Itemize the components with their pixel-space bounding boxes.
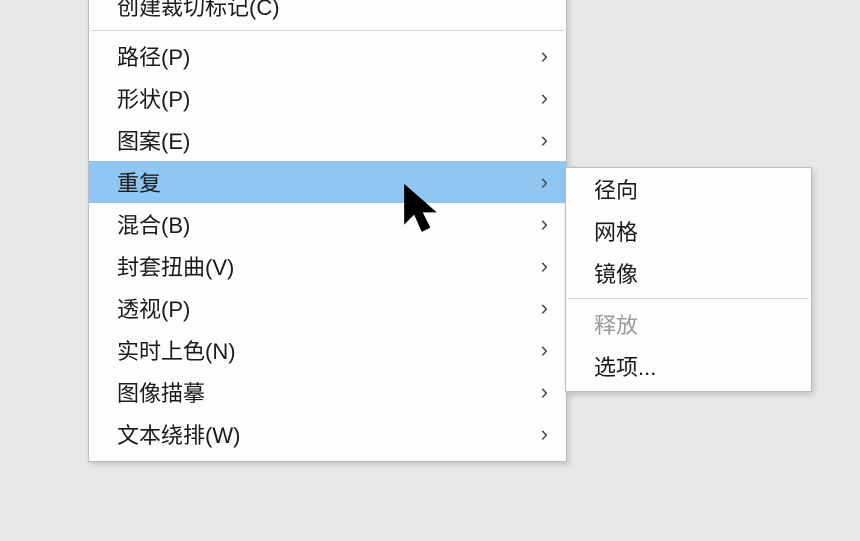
menu-item-label: 实时上色(N) [117,334,541,366]
menu-item-path[interactable]: 路径(P) › [89,35,566,77]
submenu-item-mirror[interactable]: 镜像 [566,252,811,294]
menu-item-label: 文本绕排(W) [117,418,541,450]
chevron-right-icon: › [541,129,548,151]
menu-item-shape[interactable]: 形状(P) › [89,77,566,119]
menu-item-label: 封套扭曲(V) [117,250,541,282]
menu-item-label: 选项... [594,350,793,382]
menu-item-label: 混合(B) [117,208,541,240]
submenu-item-release: 释放 [566,303,811,345]
chevron-right-icon: › [541,45,548,67]
chevron-right-icon: › [541,87,548,109]
menu-item-label: 路径(P) [117,40,541,72]
menu-item-label: 透视(P) [117,292,541,324]
chevron-right-icon: › [541,423,548,445]
menu-item-label: 镜像 [594,257,793,289]
menu-item-envelope-distort[interactable]: 封套扭曲(V) › [89,245,566,287]
menu-item-label: 形状(P) [117,82,541,114]
menu-item-label: 释放 [594,308,793,340]
menu-item-label: 网格 [594,215,793,247]
menu-item-live-paint[interactable]: 实时上色(N) › [89,329,566,371]
menu-item-label: 重复 [117,166,541,198]
menu-item-label: 径向 [594,173,793,205]
menu-item-image-trace[interactable]: 图像描摹 › [89,371,566,413]
menu-item-repeat[interactable]: 重复 › [89,161,566,203]
menu-item-label: 创建裁切标记(C) [117,0,548,22]
submenu-item-radial[interactable]: 径向 [566,168,811,210]
menu-item-text-wrap[interactable]: 文本绕排(W) › [89,413,566,455]
chevron-right-icon: › [541,255,548,277]
chevron-right-icon: › [541,213,548,235]
menu-separator [91,30,564,31]
main-menu: 创建裁切标记(C) 路径(P) › 形状(P) › 图案(E) › 重复 › 混… [88,0,567,462]
menu-item-perspective[interactable]: 透视(P) › [89,287,566,329]
chevron-right-icon: › [541,381,548,403]
chevron-right-icon: › [541,339,548,361]
menu-item-create-crop-marks[interactable]: 创建裁切标记(C) [89,0,566,26]
menu-item-label: 图像描摹 [117,376,541,408]
menu-item-blend[interactable]: 混合(B) › [89,203,566,245]
menu-separator [568,298,809,299]
submenu-item-options[interactable]: 选项... [566,345,811,387]
submenu-item-grid[interactable]: 网格 [566,210,811,252]
chevron-right-icon: › [541,297,548,319]
submenu-repeat: 径向 网格 镜像 释放 选项... [565,167,812,392]
chevron-right-icon: › [541,171,548,193]
menu-item-pattern[interactable]: 图案(E) › [89,119,566,161]
menu-item-label: 图案(E) [117,124,541,156]
